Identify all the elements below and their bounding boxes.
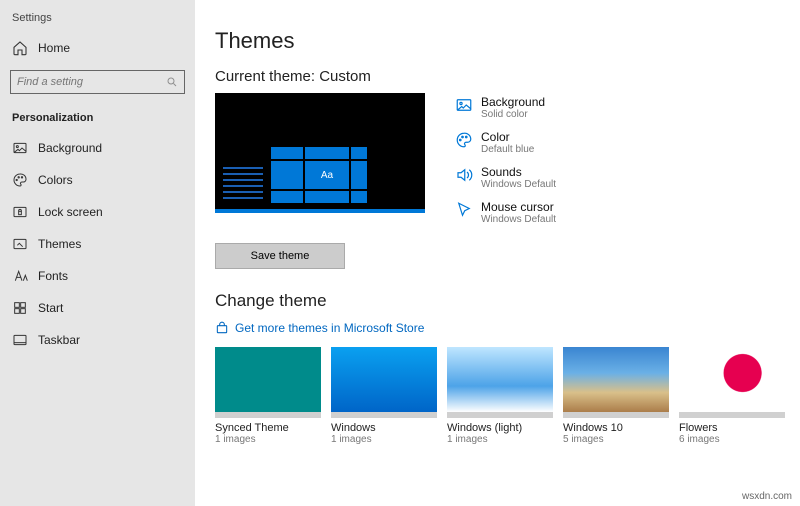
picture-icon <box>12 140 28 156</box>
category-label: Personalization <box>0 102 195 132</box>
sidebar: Settings Home Personalization Background… <box>0 0 195 506</box>
theme-card[interactable]: Windows 10 5 images <box>563 347 669 445</box>
store-link[interactable]: Get more themes in Microsoft Store <box>215 321 800 335</box>
theme-thumb <box>331 347 437 412</box>
sidebar-item-label: Start <box>38 301 63 315</box>
theme-card[interactable]: Flowers 6 images <box>679 347 785 445</box>
theme-card[interactable]: Windows 1 images <box>331 347 437 445</box>
home-icon <box>12 40 28 56</box>
theme-count: 1 images <box>331 434 437 445</box>
page-title: Themes <box>215 28 800 54</box>
brush-icon <box>12 236 28 252</box>
sidebar-item-lock-screen[interactable]: Lock screen <box>0 196 195 228</box>
option-value: Windows Default <box>481 179 556 190</box>
option-mouse-cursor[interactable]: Mouse cursor Windows Default <box>455 200 556 225</box>
watermark: wsxdn.com <box>742 491 792 502</box>
themes-list: Synced Theme 1 images Windows 1 images W… <box>215 347 800 445</box>
home-label: Home <box>38 41 70 55</box>
sidebar-item-label: Background <box>38 141 102 155</box>
theme-count: 1 images <box>215 434 321 445</box>
option-color[interactable]: Color Default blue <box>455 130 556 155</box>
option-label: Color <box>481 130 534 144</box>
theme-count: 6 images <box>679 434 785 445</box>
search-box[interactable] <box>10 70 185 94</box>
grid-icon <box>12 300 28 316</box>
theme-name: Windows <box>331 422 437 434</box>
font-icon <box>12 268 28 284</box>
theme-name: Synced Theme <box>215 422 321 434</box>
app-title: Settings <box>0 8 195 34</box>
search-icon <box>166 75 178 89</box>
theme-count: 5 images <box>563 434 669 445</box>
theme-name: Flowers <box>679 422 785 434</box>
sidebar-item-start[interactable]: Start <box>0 292 195 324</box>
change-theme-label: Change theme <box>215 291 800 311</box>
option-value: Solid color <box>481 109 545 120</box>
lock-icon <box>12 204 28 220</box>
theme-thumb <box>679 347 785 412</box>
option-label: Background <box>481 95 545 109</box>
option-label: Mouse cursor <box>481 200 556 214</box>
sidebar-item-label: Lock screen <box>38 205 103 219</box>
theme-name: Windows (light) <box>447 422 553 434</box>
speaker-icon <box>455 166 473 184</box>
theme-name: Windows 10 <box>563 422 669 434</box>
save-theme-button[interactable]: Save theme <box>215 243 345 269</box>
cursor-icon <box>455 201 473 219</box>
home-nav[interactable]: Home <box>0 34 195 62</box>
taskbar-icon <box>12 332 28 348</box>
search-input[interactable] <box>11 76 166 88</box>
sidebar-item-colors[interactable]: Colors <box>0 164 195 196</box>
option-sounds[interactable]: Sounds Windows Default <box>455 165 556 190</box>
picture-icon <box>455 96 473 114</box>
sidebar-item-label: Themes <box>38 237 81 251</box>
store-icon <box>215 321 229 335</box>
option-value: Windows Default <box>481 214 556 225</box>
theme-card[interactable]: Synced Theme 1 images <box>215 347 321 445</box>
theme-thumb <box>563 347 669 412</box>
option-background[interactable]: Background Solid color <box>455 95 556 120</box>
sidebar-item-fonts[interactable]: Fonts <box>0 260 195 292</box>
theme-thumb <box>447 347 553 412</box>
sidebar-item-label: Fonts <box>38 269 68 283</box>
store-link-text: Get more themes in Microsoft Store <box>235 321 424 335</box>
palette-icon <box>455 131 473 149</box>
palette-icon <box>12 172 28 188</box>
main-content: Themes Current theme: Custom Aa Backgrou… <box>215 0 800 506</box>
theme-preview: Aa <box>215 93 425 213</box>
sidebar-item-taskbar[interactable]: Taskbar <box>0 324 195 356</box>
theme-thumb <box>215 347 321 412</box>
sidebar-item-themes[interactable]: Themes <box>0 228 195 260</box>
option-value: Default blue <box>481 144 534 155</box>
theme-card[interactable]: Windows (light) 1 images <box>447 347 553 445</box>
option-label: Sounds <box>481 165 556 179</box>
sidebar-item-label: Colors <box>38 173 73 187</box>
theme-count: 1 images <box>447 434 553 445</box>
current-theme-label: Current theme: Custom <box>215 68 800 85</box>
sidebar-item-label: Taskbar <box>38 333 80 347</box>
sidebar-item-background[interactable]: Background <box>0 132 195 164</box>
